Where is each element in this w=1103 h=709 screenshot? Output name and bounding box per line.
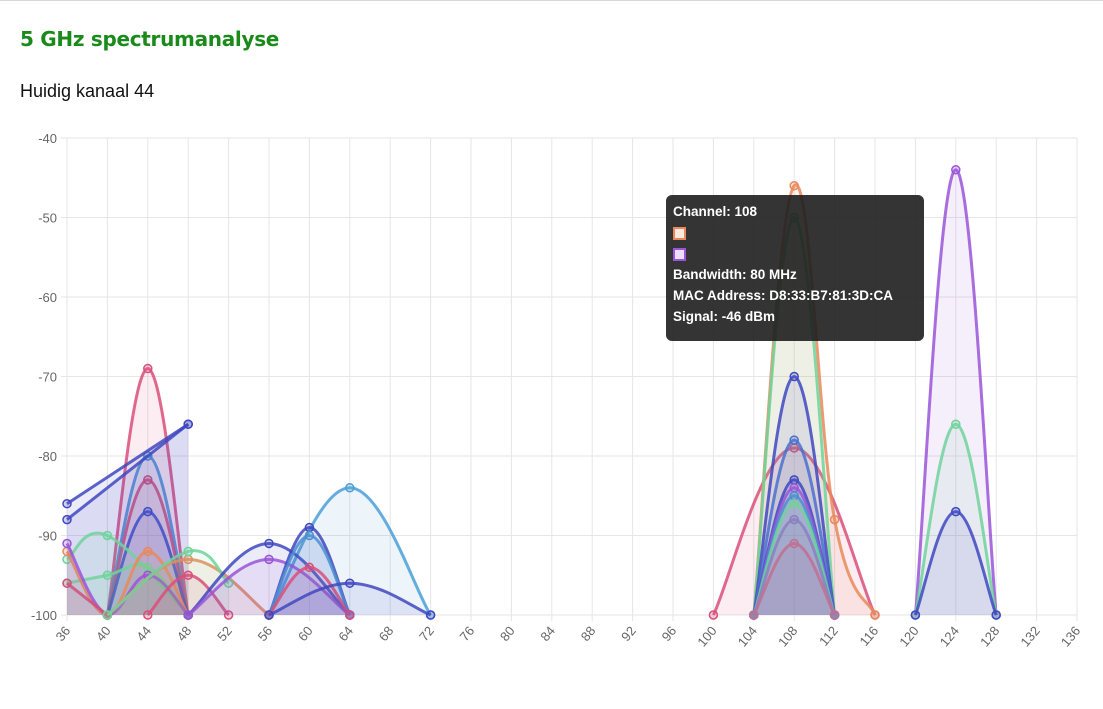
x-tick-label: 92 bbox=[618, 623, 639, 644]
x-tick-label: 52 bbox=[214, 623, 235, 644]
y-tick-label: -70 bbox=[38, 370, 57, 385]
y-tick-label: -40 bbox=[38, 131, 57, 146]
x-tick-label: 88 bbox=[578, 623, 599, 644]
x-tick-label: 104 bbox=[735, 623, 760, 649]
data-point[interactable] bbox=[789, 475, 799, 485]
data-point[interactable] bbox=[102, 570, 113, 580]
data-point[interactable] bbox=[789, 371, 799, 382]
data-point[interactable] bbox=[789, 483, 799, 493]
data-point[interactable] bbox=[345, 578, 355, 588]
data-point[interactable] bbox=[951, 419, 961, 429]
x-tick-label: 124 bbox=[937, 623, 962, 649]
x-tick-label: 128 bbox=[977, 623, 1002, 649]
data-point[interactable] bbox=[789, 180, 799, 191]
x-tick-label: 60 bbox=[295, 623, 316, 644]
data-point[interactable] bbox=[789, 435, 799, 445]
data-point[interactable] bbox=[62, 538, 72, 549]
data-point[interactable] bbox=[425, 610, 436, 620]
data-point[interactable] bbox=[183, 570, 193, 580]
data-point[interactable] bbox=[62, 498, 72, 509]
chart-tooltip: Channel: 108 Bandwidth: 80 MHz MAC Addre… bbox=[666, 195, 924, 341]
x-tick-label: 72 bbox=[416, 623, 437, 644]
data-point[interactable] bbox=[991, 610, 1001, 620]
data-point[interactable] bbox=[264, 554, 274, 565]
x-tick-label: 80 bbox=[497, 623, 518, 644]
data-point[interactable] bbox=[789, 538, 799, 549]
y-tick-label: -80 bbox=[38, 449, 57, 464]
data-point[interactable] bbox=[102, 610, 113, 620]
x-tick-label: 64 bbox=[335, 623, 356, 644]
data-point[interactable] bbox=[829, 610, 840, 620]
y-tick-label: -50 bbox=[38, 211, 57, 226]
x-tick-label: 48 bbox=[174, 623, 195, 644]
data-point[interactable] bbox=[789, 498, 799, 509]
x-tick-label: 108 bbox=[775, 623, 800, 649]
y-tick-label: -60 bbox=[38, 290, 57, 305]
data-point[interactable] bbox=[304, 522, 315, 533]
data-point[interactable] bbox=[708, 610, 719, 620]
data-point[interactable] bbox=[62, 514, 72, 525]
x-tick-label: 36 bbox=[53, 623, 74, 644]
x-tick-label: 76 bbox=[457, 623, 478, 644]
data-point[interactable] bbox=[143, 546, 153, 557]
x-tick-label: 68 bbox=[376, 623, 397, 644]
data-point[interactable] bbox=[951, 506, 961, 517]
x-tick-label: 112 bbox=[816, 623, 841, 649]
data-point[interactable] bbox=[183, 610, 193, 620]
data-point[interactable] bbox=[143, 363, 153, 374]
x-tick-label: 116 bbox=[856, 623, 881, 649]
x-tick-label: 120 bbox=[896, 623, 921, 649]
data-point[interactable] bbox=[789, 491, 799, 501]
data-point[interactable] bbox=[304, 562, 315, 573]
x-tick-label: 100 bbox=[694, 623, 719, 649]
data-point[interactable] bbox=[264, 538, 274, 549]
data-point[interactable] bbox=[789, 514, 799, 525]
data-point[interactable] bbox=[870, 610, 880, 620]
data-point[interactable] bbox=[910, 610, 921, 620]
x-tick-label: 132 bbox=[1017, 623, 1042, 649]
x-tick-label: 44 bbox=[133, 623, 154, 644]
y-tick-label: -100 bbox=[31, 608, 57, 623]
data-point[interactable] bbox=[749, 610, 759, 620]
data-point[interactable] bbox=[183, 546, 193, 557]
data-point[interactable] bbox=[143, 610, 153, 620]
tooltip-signal: Signal: -46 dBm bbox=[673, 309, 776, 324]
legend-swatch-orange bbox=[673, 226, 686, 240]
x-tick-label: 56 bbox=[255, 623, 276, 644]
data-point[interactable] bbox=[304, 530, 315, 541]
tooltip-mac: MAC Address: D8:33:B7:81:3D:CA bbox=[673, 288, 894, 303]
spectrum-chart[interactable]: 36 40 44 48 52 56 60 64 68 72 76 80 84 88 92 96 100 104 10… bbox=[0, 0, 1103, 709]
data-point[interactable] bbox=[345, 483, 355, 493]
y-tick-label: -90 bbox=[38, 529, 57, 544]
data-point[interactable] bbox=[183, 419, 193, 429]
tooltip-channel: Channel: 108 bbox=[673, 204, 758, 219]
x-tick-label: 136 bbox=[1058, 623, 1083, 649]
data-point[interactable] bbox=[102, 530, 113, 541]
x-tick-label: 40 bbox=[93, 623, 114, 644]
data-point[interactable] bbox=[829, 514, 840, 525]
data-point[interactable] bbox=[62, 578, 72, 588]
data-point[interactable] bbox=[951, 165, 961, 175]
x-tick-label: 96 bbox=[659, 623, 680, 644]
data-point[interactable] bbox=[264, 610, 274, 620]
tooltip-bandwidth: Bandwidth: 80 MHz bbox=[673, 267, 797, 282]
x-tick-label: 84 bbox=[537, 623, 558, 644]
legend-swatch-purple bbox=[673, 247, 686, 261]
